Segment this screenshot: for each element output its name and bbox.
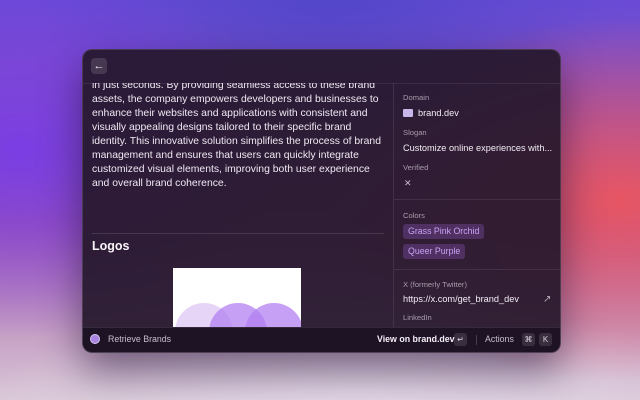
close-icon: ✕ <box>404 178 412 188</box>
external-link-icon[interactable]: ↗ <box>543 294 551 305</box>
domain-value: brand.dev <box>403 108 459 118</box>
twitter-link[interactable]: https://x.com/get_brand_dev <box>403 294 519 304</box>
metadata-separator <box>394 269 560 270</box>
logos-heading: Logos <box>92 239 130 253</box>
raycast-window: ← in just seconds. By providing seamless… <box>82 49 561 353</box>
color-tag: Queer Purple <box>403 244 466 259</box>
favicon-icon <box>403 109 413 117</box>
twitter-label: X (formerly Twitter) <box>403 280 467 289</box>
actions-button[interactable]: Actions <box>485 334 514 344</box>
logo-image <box>173 268 301 327</box>
extension-icon <box>90 334 100 344</box>
extension-name: Retrieve Brands <box>108 334 172 344</box>
domain-label: Domain <box>403 93 430 102</box>
back-button[interactable]: ← <box>91 58 107 74</box>
detail-content[interactable]: in just seconds. By providing seamless a… <box>83 83 393 327</box>
metadata-separator <box>394 199 560 200</box>
linkedin-label: LinkedIn <box>403 313 432 322</box>
domain-text: brand.dev <box>418 108 459 118</box>
verified-label: Verified <box>403 163 429 172</box>
view-on-brand-dev-button[interactable]: View on brand.dev <box>377 334 455 344</box>
enter-key-icon: ↵ <box>454 333 467 346</box>
metadata-panel[interactable]: Domain brand.dev Slogan Customize online… <box>394 83 560 327</box>
action-bar: Retrieve Brands View on brand.dev ↵ Acti… <box>83 327 560 352</box>
arrow-left-icon: ← <box>93 60 105 72</box>
slogan-label: Slogan <box>403 128 427 137</box>
divider <box>92 233 384 234</box>
action-bar-divider <box>476 335 477 345</box>
color-tag: Grass Pink Orchid <box>403 224 485 239</box>
k-key-icon: K <box>539 333 552 346</box>
top-bar: ← <box>83 50 560 84</box>
slogan-value: Customize online experiences with... <box>403 143 553 153</box>
brand-description: in just seconds. By providing seamless a… <box>92 83 381 189</box>
command-key-icon: ⌘ <box>522 333 535 346</box>
colors-label: Colors <box>403 211 425 220</box>
